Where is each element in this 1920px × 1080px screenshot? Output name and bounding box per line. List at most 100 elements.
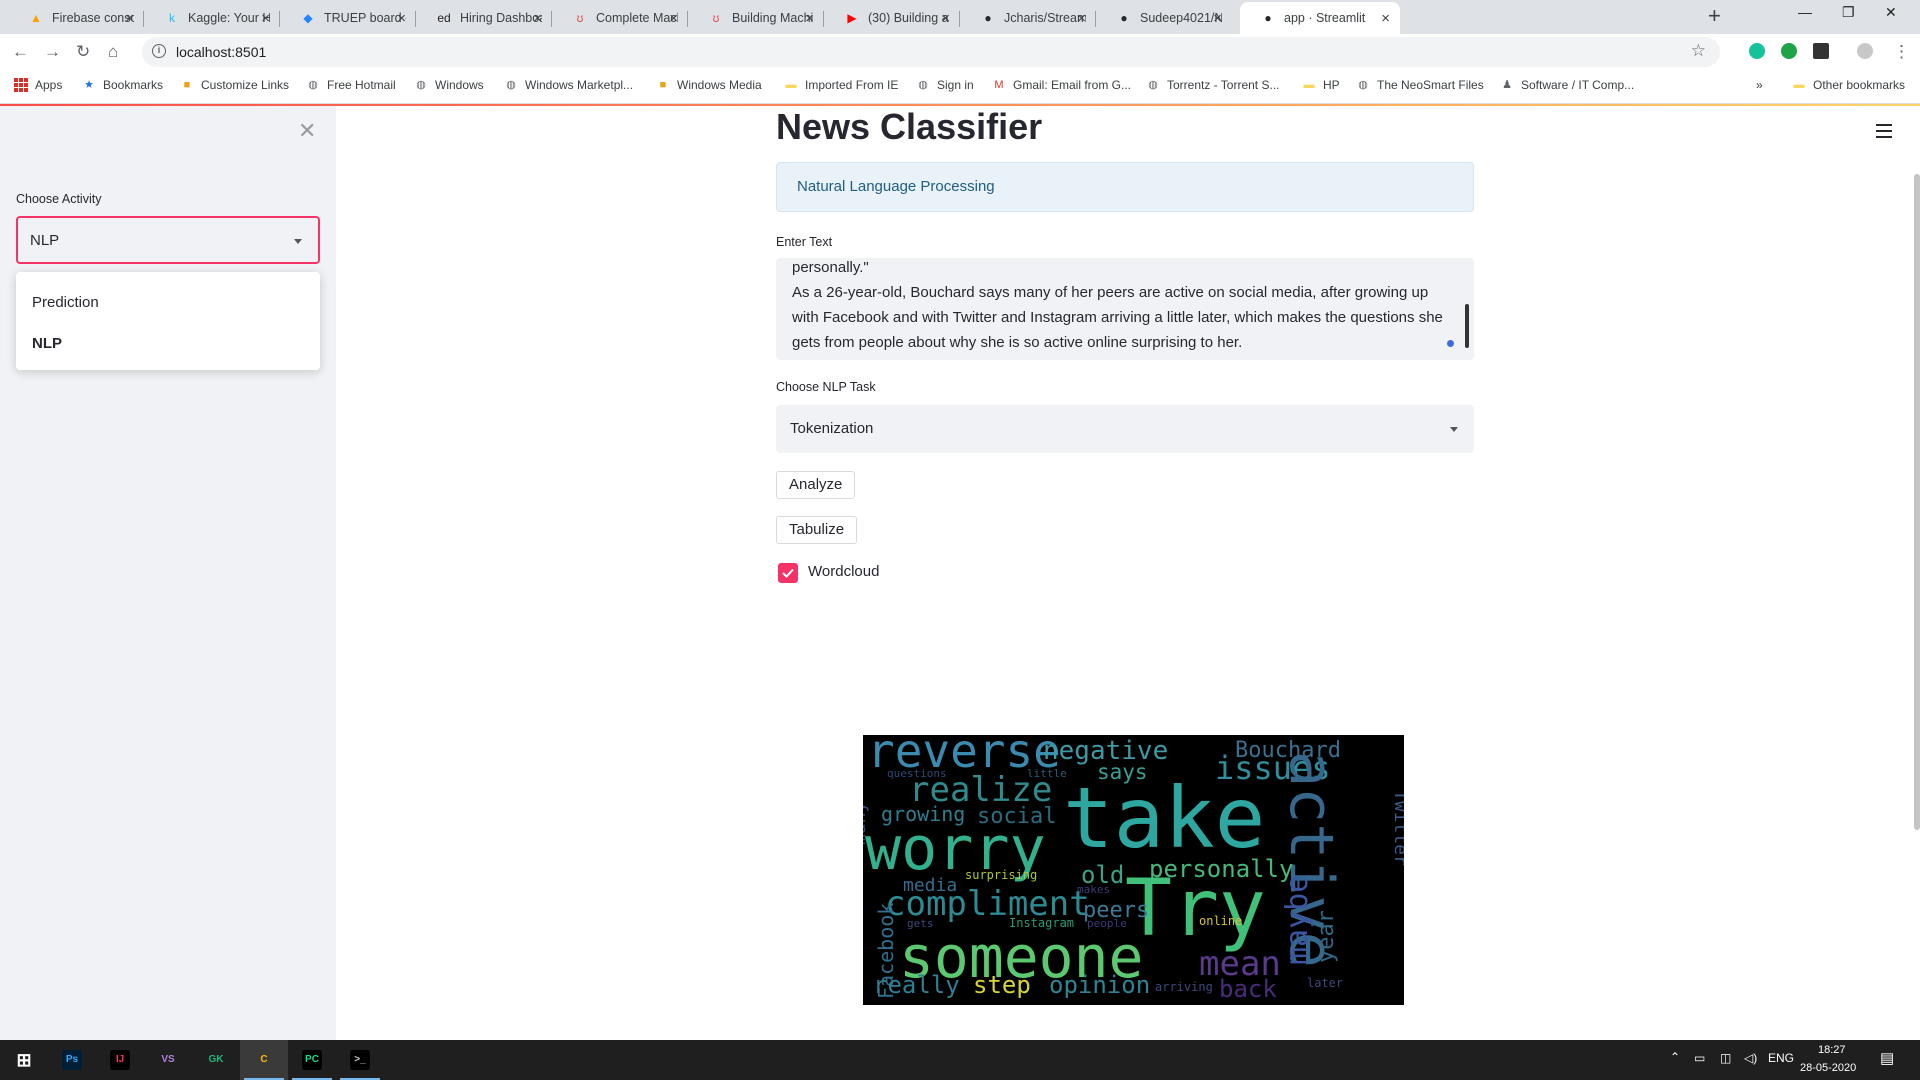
browser-tab[interactable]: ● app · Streamlit × <box>1240 2 1400 34</box>
browser-tab[interactable]: ▶ (30) Building a New× <box>824 2 960 34</box>
close-tab-icon[interactable]: × <box>1077 10 1086 27</box>
text-input-value: personally." As a 26-year-old, Bouchard … <box>792 259 1443 351</box>
bookmark-item[interactable]: ◍ Sign in <box>916 78 974 92</box>
show-hidden-icons-icon[interactable]: ⌃ <box>1670 1050 1680 1064</box>
bookmarks-overflow-button[interactable]: » <box>1756 78 1763 92</box>
page-scrollbar[interactable] <box>1914 174 1920 830</box>
wordcloud-checkbox-label: Wordcloud <box>808 563 880 580</box>
close-tab-icon[interactable]: × <box>1213 10 1222 27</box>
profile-avatar-icon[interactable] <box>1857 43 1873 59</box>
close-tab-icon[interactable]: × <box>805 10 814 27</box>
close-tab-icon[interactable]: × <box>941 10 950 27</box>
taskbar-app[interactable]: IJ <box>96 1040 144 1080</box>
volume-icon[interactable]: ◁) <box>1744 1051 1757 1065</box>
clock-date[interactable]: 28-05-2020 <box>1800 1062 1856 1074</box>
browser-tab[interactable]: ▲ Firebase console× <box>8 2 144 34</box>
bookmark-label: Free Hotmail <box>327 78 396 92</box>
ed-icon: ed <box>437 11 451 25</box>
site-info-icon[interactable]: i <box>152 44 166 58</box>
sidebar: ✕ Choose Activity NLP Prediction NLP <box>0 106 336 1040</box>
tabulize-button[interactable]: Tabulize <box>776 516 858 544</box>
wordcloud-word: arriving <box>1155 980 1213 994</box>
other-bookmarks[interactable]: ▬ Other bookmarks <box>1792 78 1906 92</box>
wordcloud-word: really <box>873 971 960 999</box>
bookmark-item[interactable]: ◍ Windows Marketpl... <box>504 78 633 92</box>
close-tab-icon[interactable]: × <box>397 10 406 27</box>
close-tab-icon[interactable]: × <box>533 10 542 27</box>
restore-button[interactable]: ❐ <box>1842 4 1855 21</box>
close-tab-icon[interactable]: × <box>125 10 134 27</box>
bookmark-item[interactable]: ▬ HP <box>1302 78 1340 92</box>
option-prediction[interactable]: Prediction <box>32 294 99 311</box>
bookmark-item[interactable]: ◍ Windows <box>414 78 484 92</box>
activity-select[interactable]: NLP <box>16 216 320 264</box>
bookmark-item[interactable]: Apps <box>14 78 62 92</box>
bookmark-item[interactable]: ◍ Torrentz - Torrent S... <box>1146 78 1279 92</box>
close-tab-icon[interactable]: × <box>1381 10 1390 27</box>
taskbar-app[interactable]: Ps <box>48 1040 96 1080</box>
browser-tab[interactable]: ʊ Building Machine Le× <box>688 2 824 34</box>
hamburger-menu-icon[interactable] <box>1876 124 1892 142</box>
address-bar[interactable]: i localhost:8501 ☆ <box>142 37 1720 67</box>
nlp-task-select[interactable]: Tokenization <box>776 405 1474 453</box>
globe-icon: ◍ <box>416 79 426 91</box>
notification-icon[interactable]: ▤ <box>1880 1049 1894 1067</box>
browser-tab[interactable]: ● Jcharis/Streamlit_Da× <box>960 2 1096 34</box>
taskbar-app[interactable]: >_ <box>336 1040 384 1080</box>
bookmark-item[interactable]: ♟ Software / IT Comp... <box>1500 78 1634 92</box>
back-arrow-icon[interactable]: ← <box>12 42 29 62</box>
gmail-icon: M <box>994 79 1004 91</box>
close-tab-icon[interactable]: × <box>669 10 678 27</box>
taskbar-app[interactable]: ⊞ <box>0 1040 48 1080</box>
browser-tab[interactable]: ● Sudeep4021/NLP-P× <box>1096 2 1232 34</box>
page-title: News Classifier <box>776 106 1043 147</box>
kebab-menu-icon[interactable]: ⋮ <box>1893 42 1910 62</box>
browser-tab[interactable]: ◆ TRUEP board - Agile× <box>280 2 416 34</box>
wordcloud-checkbox[interactable] <box>778 563 798 583</box>
minimize-button[interactable]: — <box>1798 4 1812 20</box>
grammarly-dot-icon[interactable] <box>1447 340 1454 347</box>
language-indicator[interactable]: ENG <box>1768 1051 1794 1065</box>
globe-icon: ◍ <box>1358 79 1368 91</box>
gitkraken-icon: GK <box>208 1054 224 1065</box>
ed-extension-icon[interactable] <box>1813 43 1829 59</box>
close-tab-icon[interactable]: × <box>261 10 270 27</box>
bookmark-item[interactable]: M Gmail: Email from G... <box>992 78 1131 92</box>
taskbar-app[interactable]: GK <box>192 1040 240 1080</box>
home-icon[interactable]: ⌂ <box>108 42 118 62</box>
bookmark-label: Software / IT Comp... <box>1521 78 1635 92</box>
taskbar-app[interactable]: PC <box>288 1040 336 1080</box>
browser-tab[interactable]: ʊ Complete Machine× <box>552 2 688 34</box>
text-input-area[interactable]: personally." As a 26-year-old, Bouchard … <box>776 258 1474 360</box>
tab-title: Building Machine Le <box>732 11 814 25</box>
textarea-scrollbar[interactable] <box>1465 304 1469 348</box>
tab-title: Hiring Dashboard | <box>460 11 542 25</box>
evernote-extension-icon[interactable] <box>1781 43 1797 59</box>
clock-time[interactable]: 18:27 <box>1818 1044 1846 1056</box>
new-tab-button[interactable]: + <box>1708 3 1721 29</box>
bookmark-label: Sign in <box>937 78 974 92</box>
close-sidebar-icon[interactable]: ✕ <box>298 118 316 144</box>
bookmark-item[interactable]: ★ Bookmarks <box>82 78 163 92</box>
bookmark-item[interactable]: ▬ Imported From IE <box>784 78 899 92</box>
bookmark-item[interactable]: ■ Customize Links <box>180 78 289 92</box>
taskbar-app[interactable]: C <box>240 1040 288 1080</box>
browser-tab[interactable]: ed Hiring Dashboard |× <box>416 2 552 34</box>
analyze-button[interactable]: Analyze <box>776 471 856 499</box>
bookmark-label: Windows <box>435 78 484 92</box>
bookmark-item[interactable]: ■ Windows Media <box>656 78 762 92</box>
bookmark-star-icon[interactable]: ☆ <box>1691 41 1706 61</box>
option-nlp[interactable]: NLP <box>32 335 62 352</box>
network-icon[interactable]: ▭ <box>1694 1051 1705 1065</box>
reload-icon[interactable]: ↻ <box>76 42 90 62</box>
chevron-down-icon <box>1450 427 1458 432</box>
bookmark-item[interactable]: ◍ Free Hotmail <box>306 78 396 92</box>
url-text[interactable]: localhost:8501 <box>176 44 266 60</box>
wifi-icon[interactable]: ◫ <box>1720 1051 1731 1065</box>
bookmark-item[interactable]: ◍ The NeoSmart Files <box>1356 78 1484 92</box>
taskbar-app[interactable]: VS <box>144 1040 192 1080</box>
forward-arrow-icon[interactable]: → <box>44 42 61 62</box>
browser-tab[interactable]: k Kaggle: Your Home× <box>144 2 280 34</box>
grammarly-extension-icon[interactable] <box>1749 43 1765 59</box>
close-window-button[interactable]: ✕ <box>1885 4 1897 21</box>
